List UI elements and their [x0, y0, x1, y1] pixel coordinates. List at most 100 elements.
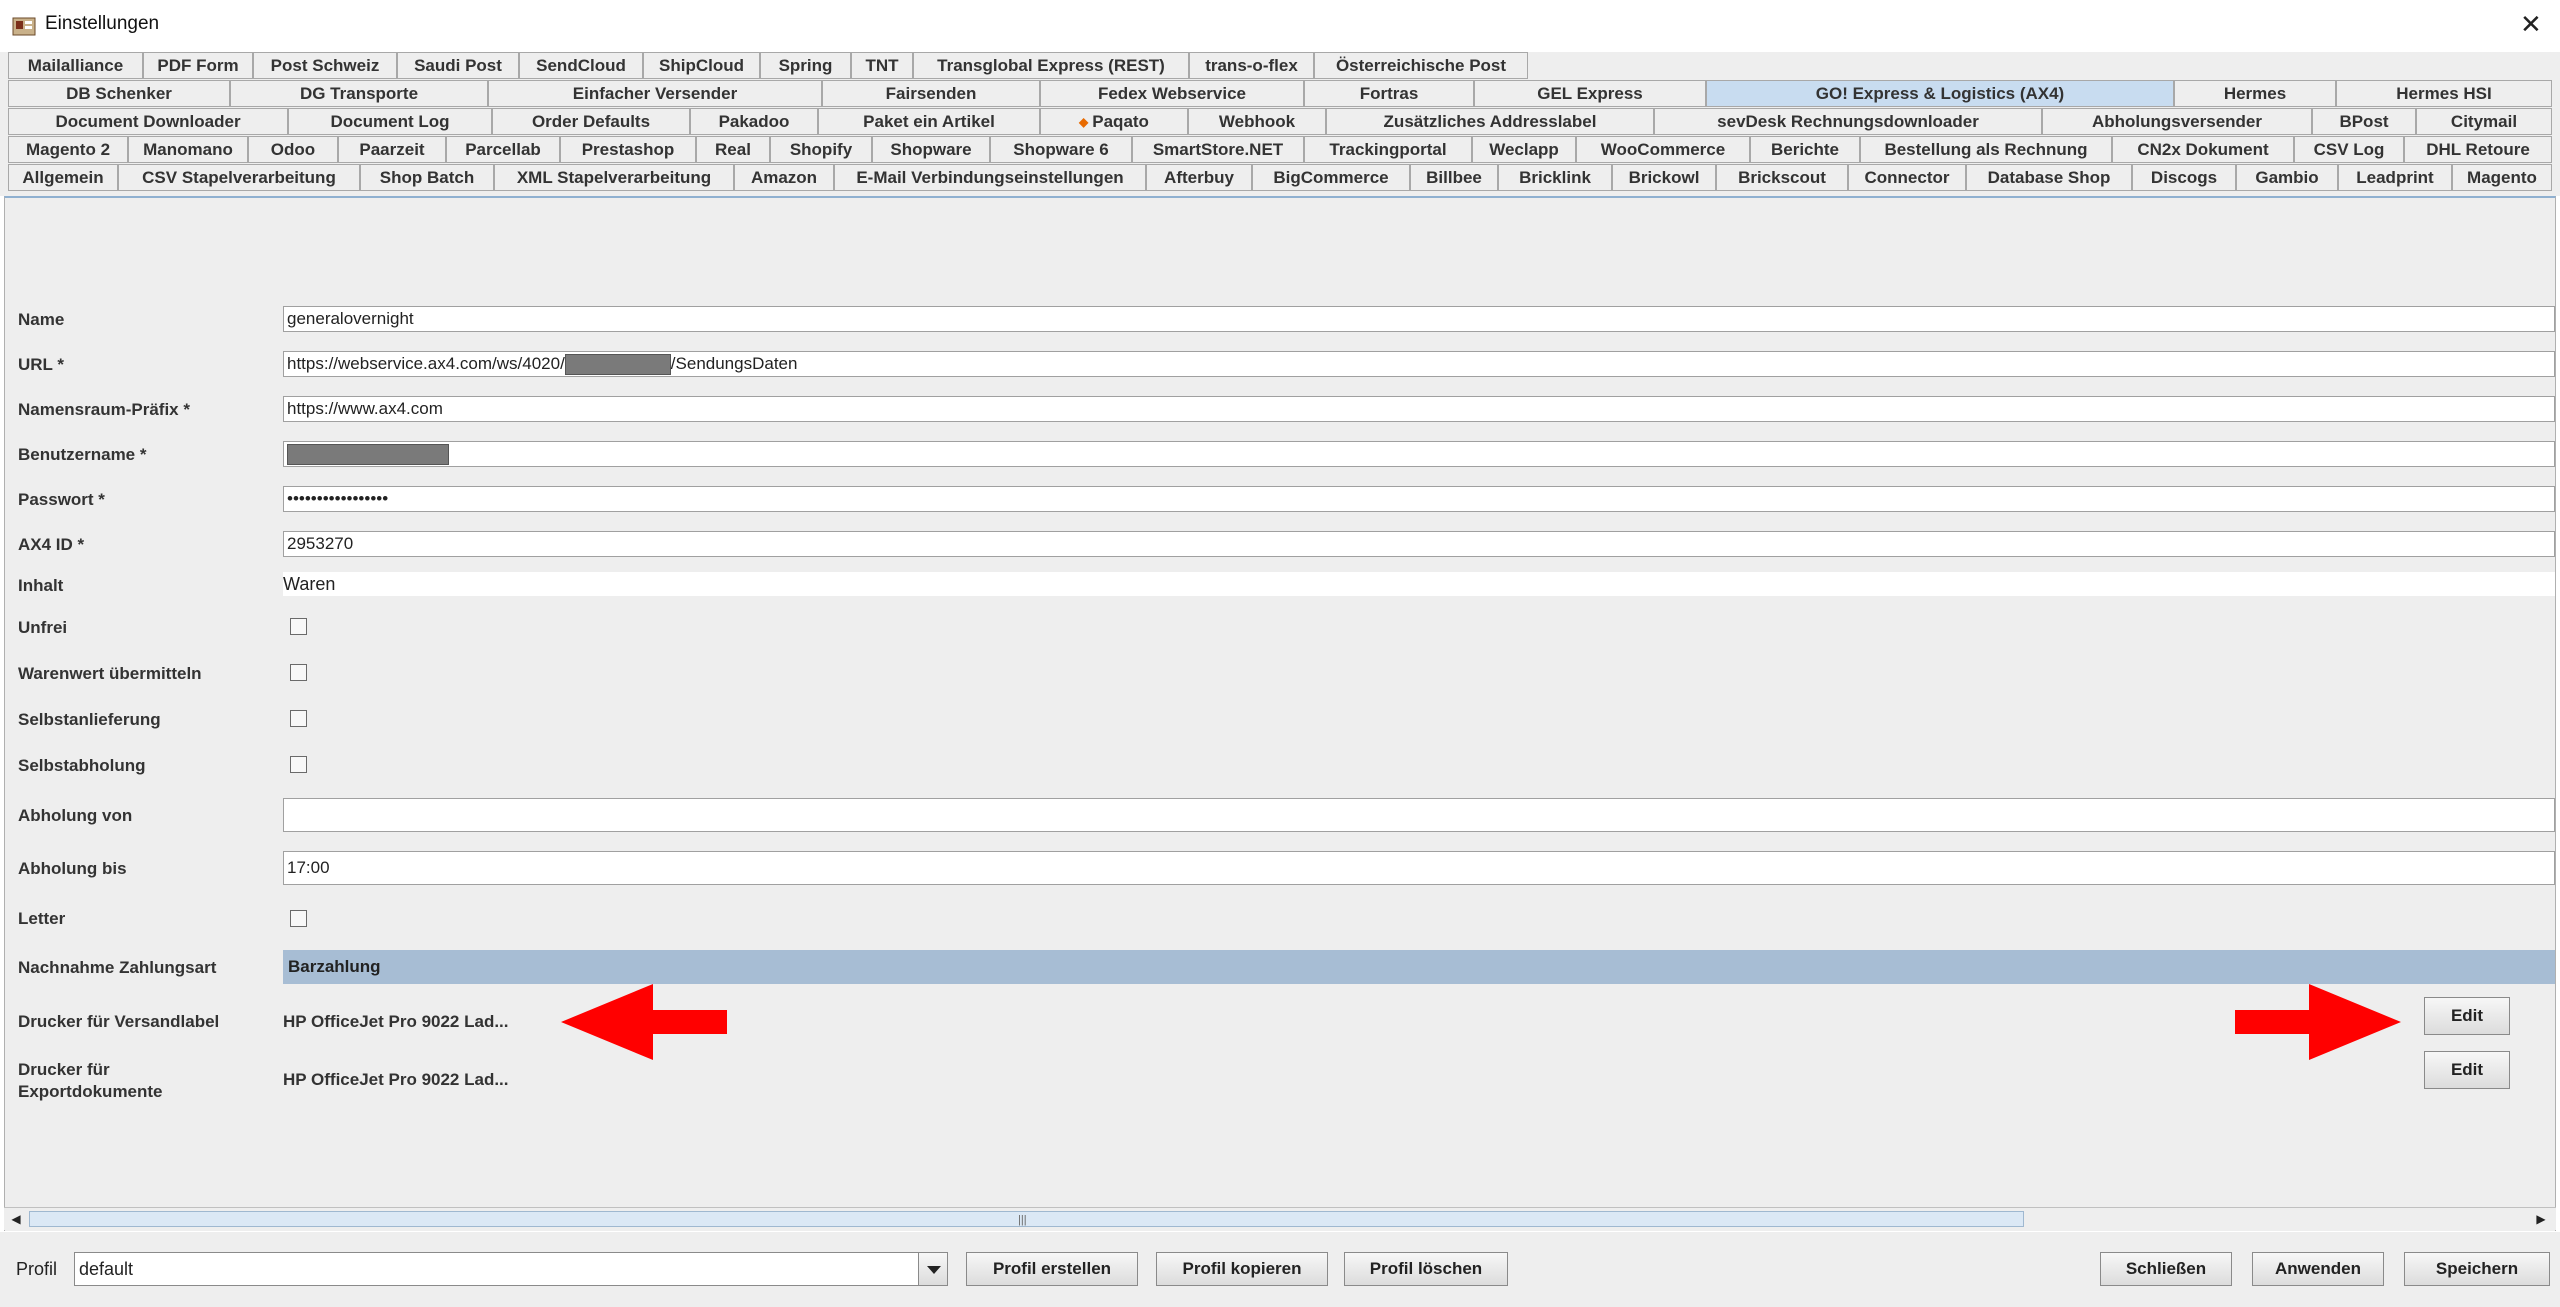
namespace-field[interactable]: https://www.ax4.com	[283, 396, 2555, 422]
profile-select[interactable]: default	[74, 1252, 948, 1286]
tab-dg-transporte[interactable]: DG Transporte	[230, 80, 488, 107]
tab-shopware[interactable]: Shopware	[872, 136, 990, 163]
tab-pdf-form[interactable]: PDF Form	[143, 52, 253, 79]
tab-amazon[interactable]: Amazon	[734, 164, 834, 191]
tab-discogs[interactable]: Discogs	[2132, 164, 2236, 191]
tab-csv-stapelverarbeitung[interactable]: CSV Stapelverarbeitung	[118, 164, 360, 191]
url-field[interactable]: https://webservice.ax4.com/ws/4020/ /Send…	[283, 351, 2555, 377]
tab-shop-batch[interactable]: Shop Batch	[360, 164, 494, 191]
username-field[interactable]	[283, 441, 2555, 467]
apply-button[interactable]: Anwenden	[2252, 1252, 2384, 1286]
tab-order-defaults[interactable]: Order Defaults	[492, 108, 690, 135]
tab-brickscout[interactable]: Brickscout	[1716, 164, 1848, 191]
tab-database-shop[interactable]: Database Shop	[1966, 164, 2132, 191]
tab-real[interactable]: Real	[696, 136, 770, 163]
tab-citymail[interactable]: Citymail	[2416, 108, 2552, 135]
tab-einfacher-versender[interactable]: Einfacher Versender	[488, 80, 822, 107]
tab-berichte[interactable]: Berichte	[1750, 136, 1860, 163]
tab-fairsenden[interactable]: Fairsenden	[822, 80, 1040, 107]
edit-printer-export-button[interactable]: Edit	[2424, 1051, 2510, 1089]
tab-mailalliance[interactable]: Mailalliance	[8, 52, 143, 79]
tab-document-downloader[interactable]: Document Downloader	[8, 108, 288, 135]
scroll-right-icon[interactable]: ▶	[2532, 1210, 2550, 1228]
save-button[interactable]: Speichern	[2404, 1252, 2550, 1286]
tab-oesterreichische-post[interactable]: Österreichische Post	[1314, 52, 1528, 79]
tab-bricklink[interactable]: Bricklink	[1498, 164, 1612, 191]
tab-saudi-post[interactable]: Saudi Post	[397, 52, 519, 79]
tab-smartstore-net[interactable]: SmartStore.NET	[1132, 136, 1304, 163]
tab-hermes-hsi[interactable]: Hermes HSI	[2336, 80, 2552, 107]
tab-spring[interactable]: Spring	[760, 52, 851, 79]
tab-db-schenker[interactable]: DB Schenker	[8, 80, 230, 107]
tab-dhl-retoure[interactable]: DHL Retoure	[2404, 136, 2552, 163]
warenwert-checkbox[interactable]	[290, 664, 307, 681]
tab-cn2x-dokument[interactable]: CN2x Dokument	[2112, 136, 2294, 163]
tab-transglobal-express[interactable]: Transglobal Express (REST)	[913, 52, 1189, 79]
tab-woocommerce[interactable]: WooCommerce	[1576, 136, 1750, 163]
tab-bestellung-als-rechnung[interactable]: Bestellung als Rechnung	[1860, 136, 2112, 163]
tab-email-verbindungseinstellungen[interactable]: E-Mail Verbindungseinstellungen	[834, 164, 1146, 191]
edit-printer-label-button[interactable]: Edit	[2424, 997, 2510, 1035]
tab-shipcloud[interactable]: ShipCloud	[643, 52, 760, 79]
tab-abholungsversender[interactable]: Abholungsversender	[2042, 108, 2312, 135]
tab-post-schweiz[interactable]: Post Schweiz	[253, 52, 397, 79]
horizontal-scrollbar[interactable]: ◀ ||| ▶	[4, 1207, 2556, 1230]
tab-fedex-webservice[interactable]: Fedex Webservice	[1040, 80, 1304, 107]
close-icon[interactable]: ✕	[2520, 8, 2542, 40]
tab-sendcloud[interactable]: SendCloud	[519, 52, 643, 79]
unfrei-checkbox[interactable]	[290, 618, 307, 635]
nachnahme-select[interactable]: Barzahlung	[283, 950, 2555, 984]
tab-parcellab[interactable]: Parcellab	[446, 136, 560, 163]
close-button[interactable]: Schließen	[2100, 1252, 2232, 1286]
tab-trackingportal[interactable]: Trackingportal	[1304, 136, 1472, 163]
tab-tnt[interactable]: TNT	[851, 52, 913, 79]
name-field[interactable]: generalovernight	[283, 306, 2555, 332]
tab-pakadoo[interactable]: Pakadoo	[690, 108, 818, 135]
selbstanlieferung-checkbox[interactable]	[290, 710, 307, 727]
abholung-von-label: Abholung von	[18, 806, 133, 825]
password-field[interactable]: •••••••••••••••••	[283, 486, 2555, 512]
tab-afterbuy[interactable]: Afterbuy	[1146, 164, 1252, 191]
tab-paket-ein-artikel[interactable]: Paket ein Artikel	[818, 108, 1040, 135]
tab-gel-express[interactable]: GEL Express	[1474, 80, 1706, 107]
tab-magento-2[interactable]: Magento 2	[8, 136, 128, 163]
tab-hermes[interactable]: Hermes	[2174, 80, 2336, 107]
tab-allgemein[interactable]: Allgemein	[8, 164, 118, 191]
tab-sevdesk-rechnungsdownloader[interactable]: sevDesk Rechnungsdownloader	[1654, 108, 2042, 135]
tab-csv-log[interactable]: CSV Log	[2294, 136, 2404, 163]
ax4-id-field[interactable]: 2953270	[283, 531, 2555, 557]
tab-shopware-6[interactable]: Shopware 6	[990, 136, 1132, 163]
tab-shopify[interactable]: Shopify	[770, 136, 872, 163]
tab-magento[interactable]: Magento	[2452, 164, 2552, 191]
tab-paqato[interactable]: ◆ Paqato	[1040, 108, 1188, 135]
tab-paarzeit[interactable]: Paarzeit	[338, 136, 446, 163]
letter-checkbox[interactable]	[290, 910, 307, 927]
tab-trans-o-flex[interactable]: trans-o-flex	[1189, 52, 1314, 79]
tab-webhook[interactable]: Webhook	[1188, 108, 1326, 135]
scroll-thumb[interactable]: |||	[29, 1211, 2024, 1227]
copy-profile-button[interactable]: Profil kopieren	[1156, 1252, 1328, 1286]
tab-bigcommerce[interactable]: BigCommerce	[1252, 164, 1410, 191]
tab-document-log[interactable]: Document Log	[288, 108, 492, 135]
tab-leadprint[interactable]: Leadprint	[2338, 164, 2452, 191]
selbstabholung-checkbox[interactable]	[290, 756, 307, 773]
tab-prestashop[interactable]: Prestashop	[560, 136, 696, 163]
tab-fortras[interactable]: Fortras	[1304, 80, 1474, 107]
delete-profile-button[interactable]: Profil löschen	[1344, 1252, 1508, 1286]
tab-odoo[interactable]: Odoo	[248, 136, 338, 163]
tab-weclapp[interactable]: Weclapp	[1472, 136, 1576, 163]
chevron-down-icon[interactable]	[918, 1252, 948, 1286]
tab-connector[interactable]: Connector	[1848, 164, 1966, 191]
tab-brickowl[interactable]: Brickowl	[1612, 164, 1716, 191]
tab-gambio[interactable]: Gambio	[2236, 164, 2338, 191]
abholung-bis-field[interactable]: 17:00	[283, 851, 2555, 885]
tab-bpost[interactable]: BPost	[2312, 108, 2416, 135]
tab-billbee[interactable]: Billbee	[1410, 164, 1498, 191]
tab-manomano[interactable]: Manomano	[128, 136, 248, 163]
tab-go-express-ax4[interactable]: GO! Express & Logistics (AX4)	[1706, 80, 2174, 107]
tab-xml-stapelverarbeitung[interactable]: XML Stapelverarbeitung	[494, 164, 734, 191]
tab-zusaetzliches-addresslabel[interactable]: Zusätzliches Addresslabel	[1326, 108, 1654, 135]
abholung-von-field[interactable]	[283, 798, 2555, 832]
scroll-left-icon[interactable]: ◀	[7, 1210, 25, 1228]
create-profile-button[interactable]: Profil erstellen	[966, 1252, 1138, 1286]
